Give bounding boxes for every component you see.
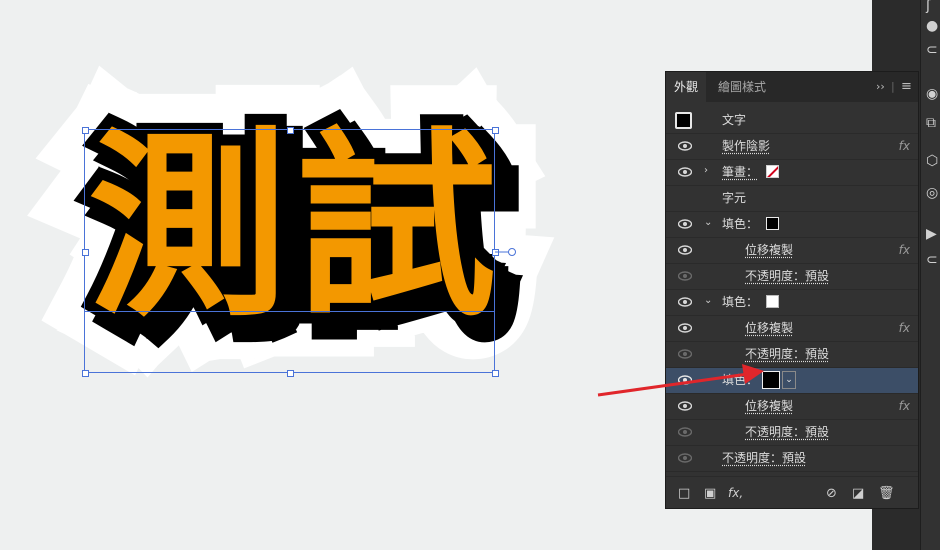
row-label[interactable]: 不透明度：預設 [745, 420, 829, 445]
stroke-swatch-none[interactable] [766, 165, 779, 178]
chevron-down-icon[interactable]: ⌄ [704, 217, 712, 228]
eye-icon[interactable] [678, 426, 692, 438]
type-tool-icon[interactable]: ʃ [926, 0, 931, 14]
text-out-port-icon[interactable] [495, 246, 519, 258]
tab-appearance[interactable]: 外觀 [666, 72, 707, 102]
handle-top-right[interactable] [492, 127, 499, 134]
row-text-object[interactable]: 文字 [666, 108, 918, 134]
dot-tool-icon[interactable]: ● [926, 18, 938, 34]
collapse-panel-icon[interactable]: ›› [876, 72, 885, 102]
row-opacity-1[interactable]: 不透明度：預設 [666, 264, 918, 290]
handle-middle-left[interactable] [82, 249, 89, 256]
eye-icon[interactable] [678, 452, 692, 464]
fx-icon[interactable]: fx [899, 134, 910, 159]
link-dock-icon[interactable]: ⊂ [926, 252, 938, 268]
eye-icon[interactable] [678, 374, 692, 386]
3d-dock-icon[interactable]: ⬡ [926, 153, 938, 169]
chevron-right-icon[interactable]: › [704, 165, 708, 176]
panel-footer: □ ▣ fx, ⊘ ◪ 🗑 [666, 476, 918, 509]
row-label[interactable]: 不透明度：預設 [745, 264, 829, 289]
fill-swatch-white[interactable] [766, 295, 779, 308]
row-label: 填色： [722, 217, 759, 231]
row-label: 字元 [722, 191, 747, 205]
panel-menu-icon[interactable]: ≡ [901, 72, 912, 102]
row-fill-1[interactable]: ⌄ 填色： [666, 212, 918, 238]
eye-icon[interactable] [678, 270, 692, 282]
fill-swatch-black[interactable] [766, 217, 779, 230]
fx-icon[interactable]: fx [899, 394, 910, 419]
object-thumbnail [675, 112, 692, 129]
row-label: 文字 [722, 113, 747, 127]
row-label[interactable]: 筆畫： [722, 160, 758, 185]
eye-icon[interactable] [678, 166, 692, 178]
tab-graphic-styles[interactable]: 繪圖樣式 [710, 72, 774, 102]
curve-tool-icon[interactable]: ⊂ [926, 42, 938, 58]
chevron-down-icon[interactable]: ⌄ [704, 373, 712, 384]
row-offset-path-2[interactable]: 位移複製 fx [666, 316, 918, 342]
fx-icon[interactable]: fx [899, 316, 910, 341]
eye-icon[interactable] [678, 348, 692, 360]
tools-strip [920, 0, 940, 550]
chevron-down-icon[interactable]: ⌄ [704, 295, 712, 306]
handle-top-left[interactable] [82, 127, 89, 134]
symbols-dock-icon[interactable]: ◎ [926, 185, 938, 201]
eye-icon[interactable] [678, 140, 692, 152]
row-stroke[interactable]: › 筆畫： [666, 160, 918, 186]
eye-icon[interactable] [678, 400, 692, 412]
row-label: 填色： [722, 295, 759, 309]
row-offset-path-3[interactable]: 位移複製 fx [666, 394, 918, 420]
row-label[interactable]: 位移複製 [745, 316, 793, 341]
fill-swatch-black-active[interactable] [762, 371, 780, 389]
row-label[interactable]: 位移複製 [745, 238, 793, 263]
text-baseline [84, 311, 495, 312]
artboard[interactable]: 測試 測試 測試 測試 [0, 0, 660, 550]
row-characters[interactable]: 字元 [666, 186, 918, 212]
row-label[interactable]: 不透明度：預設 [722, 446, 806, 471]
add-effect-fx-icon[interactable]: fx, [728, 486, 743, 500]
swatch-dropdown-icon[interactable]: ⌄ [782, 371, 796, 389]
selection-bounding-box[interactable] [84, 129, 495, 373]
add-stroke-icon[interactable]: □ [678, 486, 690, 501]
handle-bottom-left[interactable] [82, 370, 89, 377]
row-opacity-3[interactable]: 不透明度：預設 [666, 420, 918, 446]
handle-bottom-center[interactable] [287, 370, 294, 377]
appearance-panel: 外觀 繪圖樣式 ›› | ≡ 文字 製作陰影 fx › 筆畫： 字元 ⌄ 填色：… [665, 71, 919, 509]
row-fill-3-selected[interactable]: ⌄ 填色： ⌄ [666, 368, 918, 394]
row-label: 填色： [722, 373, 759, 387]
row-label[interactable]: 製作陰影 [722, 134, 770, 159]
row-object-opacity[interactable]: 不透明度：預設 [666, 446, 918, 472]
row-label[interactable]: 不透明度：預設 [745, 342, 829, 367]
tab-separator: | [891, 80, 895, 93]
eye-icon[interactable] [678, 296, 692, 308]
row-opacity-2[interactable]: 不透明度：預設 [666, 342, 918, 368]
handle-top-center[interactable] [287, 127, 294, 134]
eye-icon[interactable] [678, 244, 692, 256]
duplicate-item-icon[interactable]: ◪ [852, 486, 864, 501]
appearance-dock-icon[interactable]: ◉ [926, 86, 938, 102]
eye-icon[interactable] [678, 218, 692, 230]
row-drop-shadow[interactable]: 製作陰影 fx [666, 134, 918, 160]
delete-item-icon[interactable]: 🗑 [878, 486, 895, 501]
appearance-rows: 文字 製作陰影 fx › 筆畫： 字元 ⌄ 填色： 位移複製 fx 不透明度：預… [666, 108, 918, 472]
add-fill-icon[interactable]: ▣ [704, 486, 716, 501]
clear-appearance-icon[interactable]: ⊘ [826, 486, 837, 501]
row-fill-2[interactable]: ⌄ 填色： [666, 290, 918, 316]
row-offset-path-1[interactable]: 位移複製 fx [666, 238, 918, 264]
row-label[interactable]: 位移複製 [745, 394, 793, 419]
eye-icon[interactable] [678, 322, 692, 334]
transform-dock-icon[interactable]: ⧉ [926, 115, 936, 131]
play-dock-icon[interactable]: ▶ [926, 226, 937, 242]
fx-icon[interactable]: fx [899, 238, 910, 263]
handle-bottom-right[interactable] [492, 370, 499, 377]
panel-tabs: 外觀 繪圖樣式 ›› | ≡ [666, 72, 918, 102]
